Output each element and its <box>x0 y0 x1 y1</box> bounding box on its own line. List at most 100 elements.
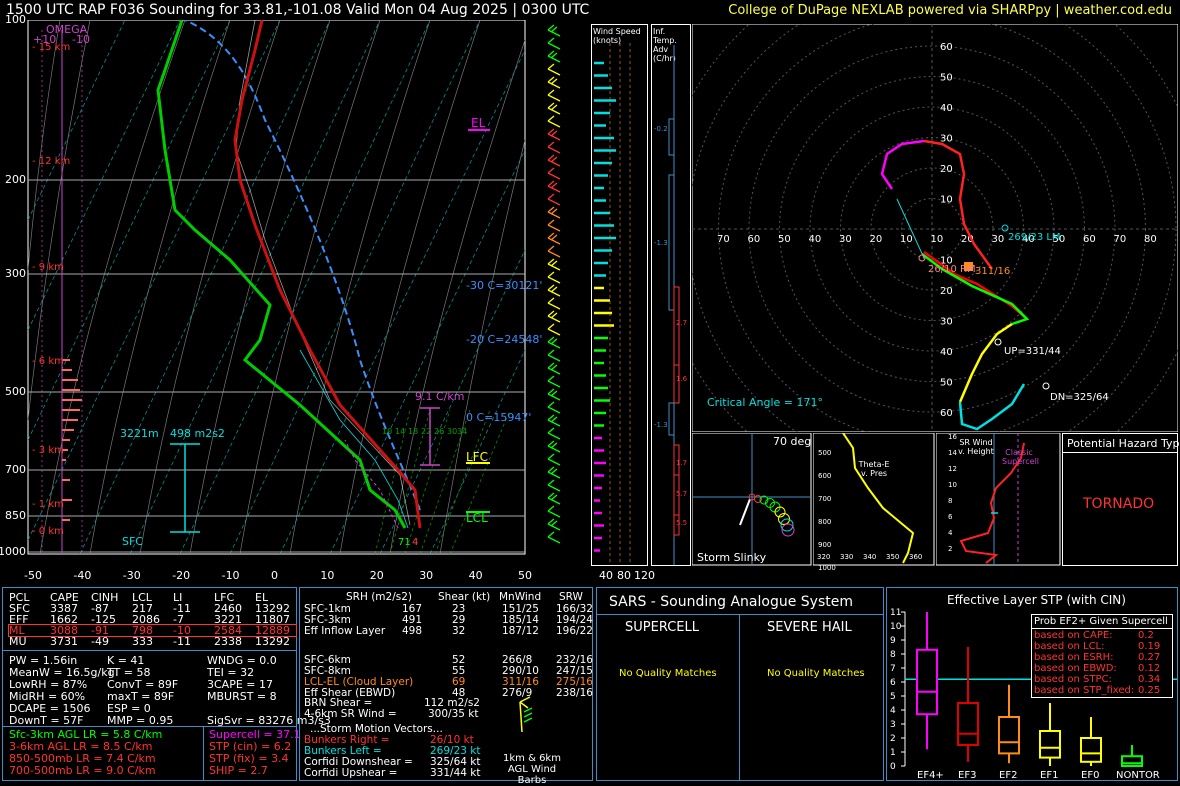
wetbulb-tick: 14 <box>395 427 406 436</box>
sars-hail-title: SEVERE HAIL <box>767 620 852 635</box>
stp-panel: Effective Layer STP (with CIN) 0 1 2 3 4 5 6 7 8… <box>886 587 1178 781</box>
storm-slinky <box>692 433 812 566</box>
stp-category-label: EF0 <box>1081 770 1099 781</box>
sr-wind: 4-6km SR Wind = <box>304 708 397 720</box>
hodo-x-tick: 60 <box>748 234 761 245</box>
hodo-ring-label: 50 <box>940 73 953 84</box>
temp-adv-value: 2.7 <box>676 319 687 327</box>
theta-e-label: Theta-E v. Pres <box>858 460 890 478</box>
slinky-title: 70 deg <box>773 435 812 448</box>
hodo-x-tick: 10 <box>931 234 944 245</box>
wetbulb-tick: 26 <box>434 427 445 436</box>
kin-header: SRH (m2/s2) <box>346 591 412 603</box>
kinematics-panel: SRH (m2/s2) Shear (kt) MnWind SRW SFC-1km 167… <box>299 587 593 786</box>
stp-y-tick: 10 <box>890 622 902 632</box>
parcel-cell: -49 <box>91 635 109 648</box>
stp-title: Effective Layer STP (with CIN) <box>947 593 1126 607</box>
theta-x-tick: 340 <box>863 553 877 561</box>
height-label: - 3 km <box>32 445 64 456</box>
lcl-label: LCL <box>466 511 488 525</box>
hodo-ring-label: 40 <box>940 103 953 114</box>
height-label: - 0 km <box>32 526 64 537</box>
prob-title: Prob EF2+ Given Supercell <box>1034 616 1168 627</box>
stp-y-tick: 5 <box>890 692 896 702</box>
hodo-mean-label: 311/16 <box>975 266 1010 277</box>
hodo-ring-label: 10 <box>940 195 953 206</box>
wetbulb-tick: 3034 <box>447 427 468 436</box>
temp-adv-value: 5.7 <box>676 490 687 498</box>
srwind-y-tick: 14 <box>948 449 957 457</box>
index-value: MBURST = 8 <box>207 690 277 703</box>
barb-inset <box>519 696 533 733</box>
sars-title: SARS - Sounding Analogue System <box>609 594 853 610</box>
hodo-ring-label: 60 <box>940 408 953 419</box>
prob-label: based on STP_fixed: <box>1034 685 1135 696</box>
stp-category-label: EF1 <box>1040 770 1058 781</box>
lapse-rate-label: 9.1 C/km <box>415 390 465 403</box>
stp-y-tick: 4 <box>890 706 896 716</box>
stp-box-ef1 <box>1039 703 1061 766</box>
hodo-x-tick: 50 <box>778 234 791 245</box>
hazard-value: TORNADO <box>1083 496 1155 512</box>
barb-caption: 1km & 6km AGL Wind Barbs <box>503 753 561 786</box>
kin-header: Shear (kt) <box>438 591 491 603</box>
temp-tick: -40 <box>73 569 92 582</box>
temp-tick: -30 <box>122 569 141 582</box>
storm-motion-value: 331/44 kt <box>430 767 481 779</box>
sars-hail-result: No Quality Matches <box>767 668 865 679</box>
sars-supercell-result: No Quality Matches <box>619 668 717 679</box>
hodo-lm-label: 269/23 LM <box>1008 232 1061 243</box>
kin-cell: Eff Inflow Layer <box>304 625 386 637</box>
hazard-panel: Potential Hazard Type TORNADO <box>1062 433 1180 566</box>
eff-inflow-srh: 498 m2s2 <box>170 427 225 440</box>
parcel-cell: 3731 <box>50 635 78 648</box>
kin-cell: 498 <box>402 625 423 637</box>
eff-inflow-depth: 3221m <box>120 427 159 440</box>
sfc-dewpoint-label: 4 <box>412 537 419 548</box>
hodograph: 10203040506010203040506070 60 50 40 30 20 10 10… <box>692 24 1178 432</box>
height-label: - 6 km <box>32 356 64 367</box>
temp-tick: 0 <box>271 569 278 582</box>
wetbulb-tick: 10 <box>382 427 393 436</box>
parcel-row[interactable]: MU 3731 -49 333 -11 2338 13292 <box>9 636 296 647</box>
stp-y-tick: 1 <box>890 748 896 758</box>
critical-angle: Critical Angle = 171° <box>707 396 823 409</box>
kin-cell: 32 <box>452 625 466 637</box>
lapse-rate: 700-500mb LR = 9.0 C/km <box>9 764 156 777</box>
temp-advection-panel: Inf. Temp. Adv (C/hr) -0.2 -1.3 2.7 1.6 -1.3… <box>651 24 691 566</box>
temp-adv-value: -1.3 <box>654 239 668 247</box>
temp-tick: -20 <box>172 569 191 582</box>
temp-adv-value: 1.7 <box>676 459 687 467</box>
theta-x-tick: 330 <box>840 553 854 561</box>
theta-y-tick: 800 <box>818 518 832 526</box>
stp-category-label: EF2 <box>999 770 1017 781</box>
sfc-temp-label: 71 <box>398 537 411 548</box>
wind-speed-tick-80: 80 <box>617 569 631 582</box>
prob-box: Prob EF2+ Given Supercell based on CAPE:… <box>1031 614 1173 698</box>
hodo-ring-label: 60 <box>940 42 953 53</box>
kin-header: MnWind <box>499 591 542 603</box>
theta-y-tick: 700 <box>818 495 832 503</box>
wetbulb-tick: 22 <box>421 427 432 436</box>
temp-tick: 40 <box>468 569 483 582</box>
kin-cell: 196/22 <box>556 625 593 637</box>
height-label: - 1 km <box>32 499 64 510</box>
theta-x-tick: 320 <box>817 553 831 561</box>
stp-category-label: EF4+ <box>917 770 944 781</box>
hodo-x-tick: 60 <box>1083 234 1096 245</box>
theta-y-tick: 900 <box>818 541 832 549</box>
hodo-rm-label: 26/10 RM <box>928 264 976 275</box>
pressure-tick-100: 100 <box>5 13 26 26</box>
hodo-x-tick: 70 <box>1114 234 1127 245</box>
hodo-x-tick: 30 <box>992 234 1005 245</box>
stp-box-ef3 <box>957 647 979 762</box>
stp-box-nontor <box>1121 745 1143 767</box>
parcel-cell: MU <box>9 635 27 648</box>
kin-header: SRW <box>559 591 583 603</box>
parcel-cell: 13292 <box>255 635 290 648</box>
theta-x-tick: 360 <box>909 553 923 561</box>
stp-category-label: NONTOR <box>1116 770 1160 781</box>
wind-barbs <box>547 24 561 544</box>
srwind-y-tick: 2 <box>948 545 953 553</box>
hodo-x-tick: 30 <box>839 234 852 245</box>
